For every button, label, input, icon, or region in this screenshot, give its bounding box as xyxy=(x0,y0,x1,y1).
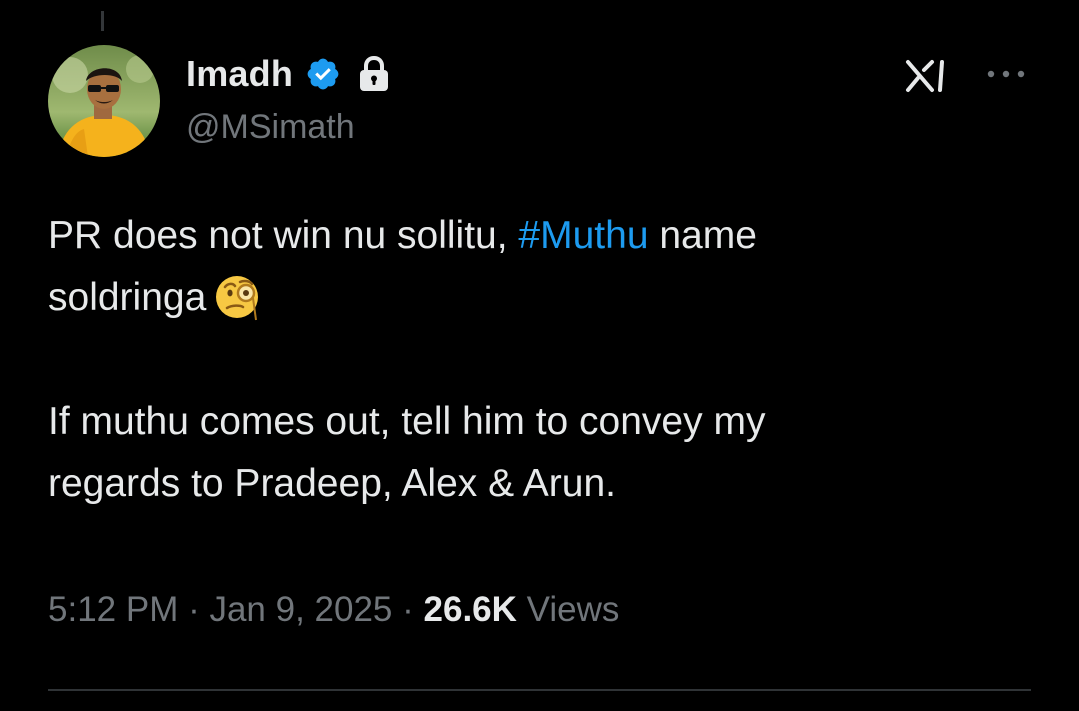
tweet-text-segment: soldringa xyxy=(48,276,207,319)
author-handle[interactable]: @MSimath xyxy=(186,108,355,147)
lock-icon xyxy=(357,55,391,93)
tweet-text-segment: PR does not win nu sollitu, xyxy=(48,214,519,257)
tweet-text-segment: name xyxy=(648,214,757,257)
tweet-text-segment: regards to Pradeep, Alex & Arun. xyxy=(48,462,617,505)
divider xyxy=(48,689,1031,691)
avatar[interactable] xyxy=(48,45,160,157)
tweet-paragraph-2: If muthu comes out, tell him to convey m… xyxy=(48,391,1038,515)
grok-icon[interactable] xyxy=(904,58,952,94)
views-count[interactable]: 26.6K xyxy=(424,590,517,629)
tweet-text: PR does not win nu sollitu, #Muthu name … xyxy=(48,205,1038,515)
tweet-date[interactable]: Jan 9, 2025 xyxy=(209,590,392,629)
author-name-row: Imadh xyxy=(186,52,391,96)
tweet-text-segment: If muthu comes out, tell him to convey m… xyxy=(48,400,766,443)
views-label: Views xyxy=(526,590,620,629)
meta-separator: · xyxy=(392,590,424,629)
author-display-name[interactable]: Imadh xyxy=(186,53,293,95)
hashtag-link[interactable]: #Muthu xyxy=(518,214,648,257)
verified-badge-icon[interactable] xyxy=(305,56,341,92)
more-options-icon[interactable] xyxy=(984,62,1028,86)
thread-connector-line xyxy=(101,11,104,31)
tweet-metadata: 5:12 PM · Jan 9, 2025 · 26.6K Views xyxy=(48,590,619,630)
meta-separator: · xyxy=(178,590,210,629)
tweet-paragraph-1: PR does not win nu sollitu, #Muthu name … xyxy=(48,205,1038,329)
face-with-monocle-emoji-icon xyxy=(212,270,264,322)
tweet-time[interactable]: 5:12 PM xyxy=(48,590,178,629)
